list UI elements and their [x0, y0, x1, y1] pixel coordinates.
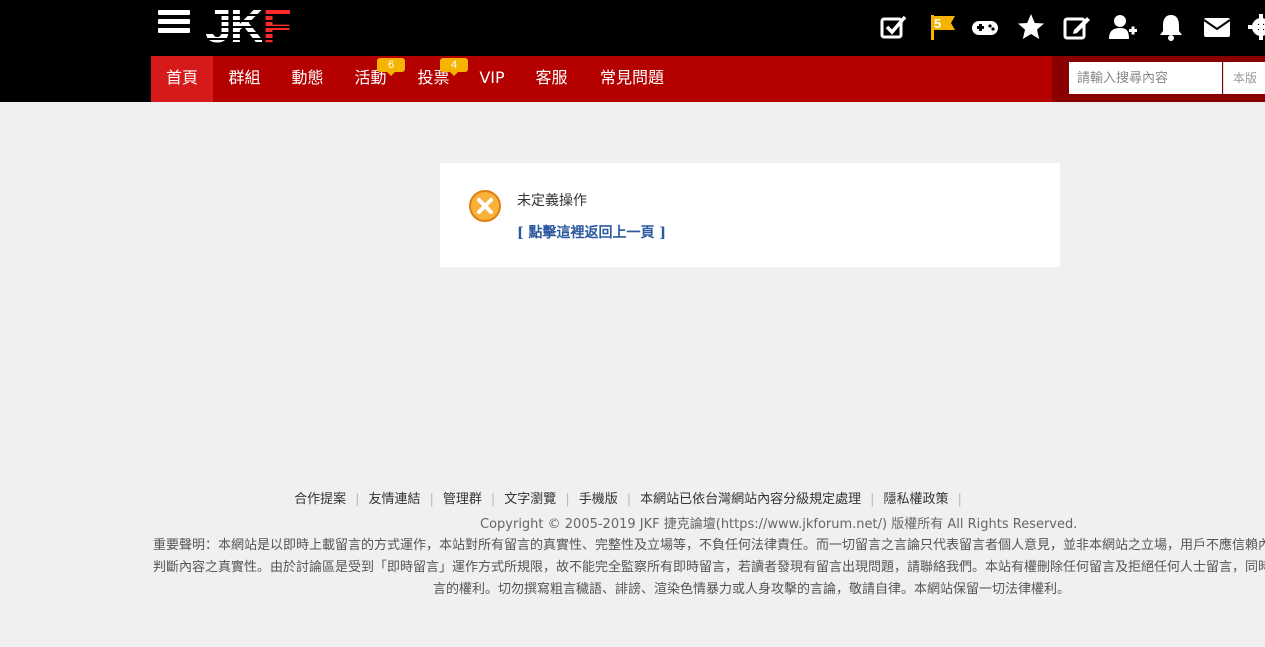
flag-icon[interactable]: 5 — [926, 10, 960, 44]
disclaimer-text: 重要聲明：本網站是以即時上載留言的方式運作，本站對所有留言的真實性、完整性及立場… — [153, 535, 1265, 601]
footer-separator: | — [957, 492, 962, 507]
flag-count-badge: 5 — [934, 16, 942, 31]
footer-link-cooperation[interactable]: 合作提案 — [294, 492, 346, 507]
footer-link-admins[interactable]: 管理群 — [443, 492, 482, 507]
copyright-text: Copyright © 2005-2019 JKF 捷克論壇(https://w… — [480, 517, 1078, 532]
nav-polls[interactable]: 投票 4 — [402, 56, 468, 102]
site-logo[interactable]: JK F — [205, 3, 292, 51]
mail-icon[interactable] — [1200, 10, 1234, 44]
footer-separator: | — [490, 492, 496, 507]
add-user-icon[interactable] — [1106, 10, 1140, 44]
footer-links: 合作提案 | 友情連結 | 管理群 | 文字瀏覽 | 手機版 | 本網站已依台灣網站內容分級規定處理… — [0, 488, 1265, 507]
back-link[interactable]: [ 點擊這裡返回上一頁 ] — [517, 222, 666, 242]
footer-link-privacy[interactable]: 隱私權政策 — [884, 492, 949, 507]
footer-link-mobile[interactable]: 手機版 — [579, 492, 618, 507]
nav-vip[interactable]: VIP — [465, 56, 519, 102]
message-box: 未定義操作 [ 點擊這裡返回上一頁 ] — [440, 163, 1060, 267]
footer-link-rating[interactable]: 本網站已依台灣網站內容分級規定處理 — [640, 492, 861, 507]
footer-separator: | — [429, 492, 434, 507]
nav-groups[interactable]: 群組 — [213, 56, 276, 102]
message-text: 未定義操作 — [517, 193, 587, 209]
gamepad-icon[interactable] — [968, 10, 1002, 44]
footer-separator: | — [355, 492, 360, 507]
nav-events[interactable]: 活動 6 — [339, 56, 405, 102]
footer-link-text-view[interactable]: 文字瀏覽 — [504, 492, 556, 507]
edit-icon[interactable] — [1060, 10, 1094, 44]
menu-icon[interactable] — [158, 10, 190, 34]
footer-link-friends[interactable]: 友情連結 — [368, 492, 420, 507]
disclaimer-line: 判斷內容之真實性。由於討論區是受到「即時留言」運作方式所規限，故不能完全監察所有… — [153, 560, 1265, 575]
footer-separator: | — [626, 492, 632, 507]
search-input[interactable] — [1069, 62, 1222, 94]
nav-support[interactable]: 客服 — [519, 56, 584, 102]
nav-faq[interactable]: 常見問題 — [584, 56, 680, 102]
footer-separator: | — [870, 492, 875, 507]
check-icon[interactable] — [876, 10, 910, 44]
disclaimer-line: 言的權利。切勿撰寫粗言穢語、誹謗、渲染色情暴力或人身攻擊的言論，敬請自律。本網站… — [433, 582, 1071, 597]
search-scope-select[interactable]: 本版 — [1223, 62, 1265, 94]
polls-count-badge: 4 — [440, 58, 468, 76]
footer-separator: | — [565, 492, 570, 507]
bell-icon[interactable] — [1154, 10, 1188, 44]
star-icon[interactable] — [1014, 10, 1048, 44]
nav-home[interactable]: 首頁 — [151, 56, 213, 102]
gear-icon[interactable] — [1244, 10, 1265, 44]
events-count-badge: 6 — [377, 58, 405, 76]
error-icon — [468, 189, 502, 223]
disclaimer-line: 重要聲明：本網站是以即時上載留言的方式運作，本站對所有留言的真實性、完整性及立場… — [153, 538, 1265, 553]
nav-left-spacer — [0, 56, 151, 102]
search-bar: 本版 — [1052, 56, 1265, 102]
top-bar: JK F 5 — [0, 0, 1265, 56]
nav-feed[interactable]: 動態 — [276, 56, 339, 102]
